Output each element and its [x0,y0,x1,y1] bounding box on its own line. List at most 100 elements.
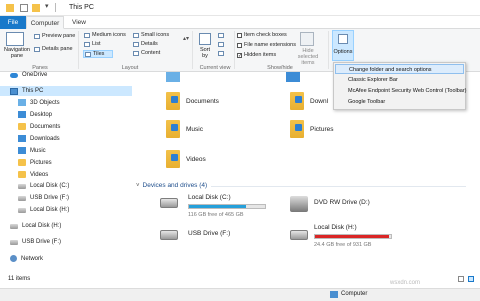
item-check-boxes-toggle[interactable]: Item check boxes [237,32,287,38]
bottom-bar: Computer [0,288,480,301]
documents-icon [18,123,26,130]
sidebar-item-local-disk-h[interactable]: Local Disk (H:) [18,207,69,213]
sidebar-item-this-pc[interactable]: This PC [0,86,132,96]
options-dropdown-menu: Change folder and search options Classic… [333,62,467,110]
title-bar: ▾ This PC [0,0,480,16]
hide-selected-items-icon[interactable] [300,32,314,46]
title-separator [55,3,56,12]
options-button[interactable]: Options [332,30,354,61]
ribbon-separator [192,31,193,69]
drive-icon [10,223,18,229]
local-disk-c-icon[interactable] [160,198,178,208]
sidebar-item-videos[interactable]: Videos [18,171,48,178]
small-icons-icon [133,32,139,38]
layout-group-label: Layout [121,65,139,71]
small-icons-option[interactable]: Small icons [133,32,169,38]
3d-objects-tile-icon[interactable] [166,72,180,82]
sidebar-item-music[interactable]: Music [18,147,46,154]
tab-file[interactable]: File [0,16,26,29]
drive-h-free-space: 24.4 GB free of 931 GB [314,242,372,248]
cloud-icon [10,72,18,78]
sidebar-item-desktop[interactable]: Desktop [18,111,52,118]
content-option[interactable]: Content [133,50,160,56]
drive-c-usage-bar [188,204,266,209]
drive-icon [18,183,26,189]
list-option[interactable]: List [84,41,101,47]
current-view-group-label: Current view [199,65,231,71]
properties-icon[interactable] [20,4,28,12]
layout-scroll-icon[interactable]: ▴▾ [183,35,189,42]
usb-drive-f-name[interactable]: USB Drive (F:) [188,230,230,237]
tiles-icon [85,51,91,57]
ribbon-separator [78,31,79,69]
sidebar-item-onedrive[interactable]: OneDrive [10,72,47,78]
file-name-extensions-toggle[interactable]: File name extensions [237,42,296,48]
folder-tile-music[interactable]: Music [166,120,203,138]
show-hide-group-label: Show/hide [267,65,293,71]
menu-item-google-toolbar[interactable]: Google Toolbar [335,97,464,107]
computer-label: Computer [341,291,368,297]
menu-item-mcafee-toolbar[interactable]: McAfee Endpoint Security Web Control (To… [335,86,467,96]
details-pane-button[interactable]: Details pane [34,46,73,52]
sidebar-item-3d-objects[interactable]: 3D Objects [18,99,60,106]
watermark: wsxdn.com [390,280,421,286]
devices-section-header[interactable]: ˅ Devices and drives (4) [136,182,207,189]
local-disk-h-icon[interactable] [290,230,308,240]
dvd-drive-name[interactable]: DVD RW Drive (D:) [314,199,370,206]
navigation-pane-button[interactable]: Navigation pane [2,47,32,59]
drive-c-name[interactable]: Local Disk (C:) [188,194,231,201]
usb-drive-icon [18,195,26,201]
menu-item-change-folder-options[interactable]: Change folder and search options [335,64,464,74]
ribbon-separator [328,31,329,69]
hidden-items-checkbox[interactable]: ✓ [237,52,242,58]
medium-icons-option[interactable]: Medium icons [84,32,126,38]
folder-tile-videos[interactable]: Videos [166,150,206,168]
network-icon [10,255,17,262]
dvd-drive-icon[interactable] [290,196,308,212]
usb-drive-f-icon[interactable] [160,230,178,240]
sidebar-item-downloads[interactable]: Downloads [18,135,60,142]
sort-by-icon[interactable] [199,33,211,45]
sidebar-item-documents[interactable]: Documents [18,123,60,130]
sort-by-button[interactable]: Sort by [196,47,214,59]
details-option[interactable]: Details [133,41,158,47]
drive-h-usage-fill [315,235,389,238]
section-divider [211,186,466,187]
large-icons-view-icon[interactable] [468,276,474,282]
desktop-tile-icon[interactable] [286,72,300,82]
content-icon [133,50,139,56]
videos-icon [18,171,26,178]
tab-view[interactable]: View [66,16,92,29]
folder-tile-pictures[interactable]: Pictures [290,120,333,138]
hide-selected-items-button[interactable]: Hide selected items [292,48,324,66]
preview-pane-button[interactable]: Preview pane [34,33,75,39]
menu-item-classic-explorer-bar[interactable]: Classic Explorer Bar [335,75,464,85]
details-pane-icon [34,46,40,52]
sidebar-item-pictures[interactable]: Pictures [18,159,52,166]
navigation-pane-icon[interactable] [6,32,24,46]
hidden-items-toggle[interactable]: ✓ Hidden items [237,52,276,58]
folder-icon [6,4,14,12]
quick-access-dropdown-icon[interactable]: ▾ [45,2,49,10]
group-by-icon[interactable] [218,33,224,38]
details-view-icon[interactable] [458,276,464,282]
sidebar-item-usb-drive-f-root[interactable]: USB Drive (F:) [10,239,61,245]
desktop-icon [18,111,26,118]
drive-h-name[interactable]: Local Disk (H:) [314,224,357,231]
music-icon [18,147,26,154]
add-columns-icon[interactable] [218,42,224,47]
sidebar-item-local-disk-c[interactable]: Local Disk (C:) [18,183,69,189]
sidebar-item-network[interactable]: Network [10,255,43,262]
file-name-extensions-checkbox[interactable] [237,42,242,48]
sidebar-item-usb-drive-f[interactable]: USB Drive (F:) [18,195,69,201]
item-check-boxes-checkbox[interactable] [237,32,242,38]
tiles-option[interactable]: Tiles [83,50,114,58]
folder-tile-downloads[interactable]: Downl [290,92,328,110]
tab-computer[interactable]: Computer [26,16,64,29]
sidebar-item-local-disk-h-root[interactable]: Local Disk (H:) [10,223,61,229]
pictures-folder-icon [290,120,304,138]
medium-icons-icon [84,32,90,38]
new-folder-icon[interactable] [32,4,40,12]
folder-tile-documents[interactable]: Documents [166,92,219,110]
size-columns-icon[interactable] [218,51,224,56]
